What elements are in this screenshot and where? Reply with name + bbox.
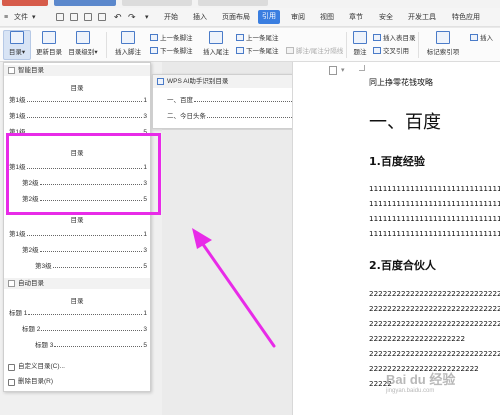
- baidu-watermark: Bai du 经验 jingyan.baidu.com: [386, 369, 455, 394]
- watermark-logo-text: Bai du 经验: [386, 372, 456, 387]
- arrow-head: [192, 228, 212, 249]
- watermark-url: jingyan.baidu.com: [386, 388, 435, 394]
- arrow-annotation: [192, 228, 276, 348]
- arrow-shaft: [198, 238, 276, 348]
